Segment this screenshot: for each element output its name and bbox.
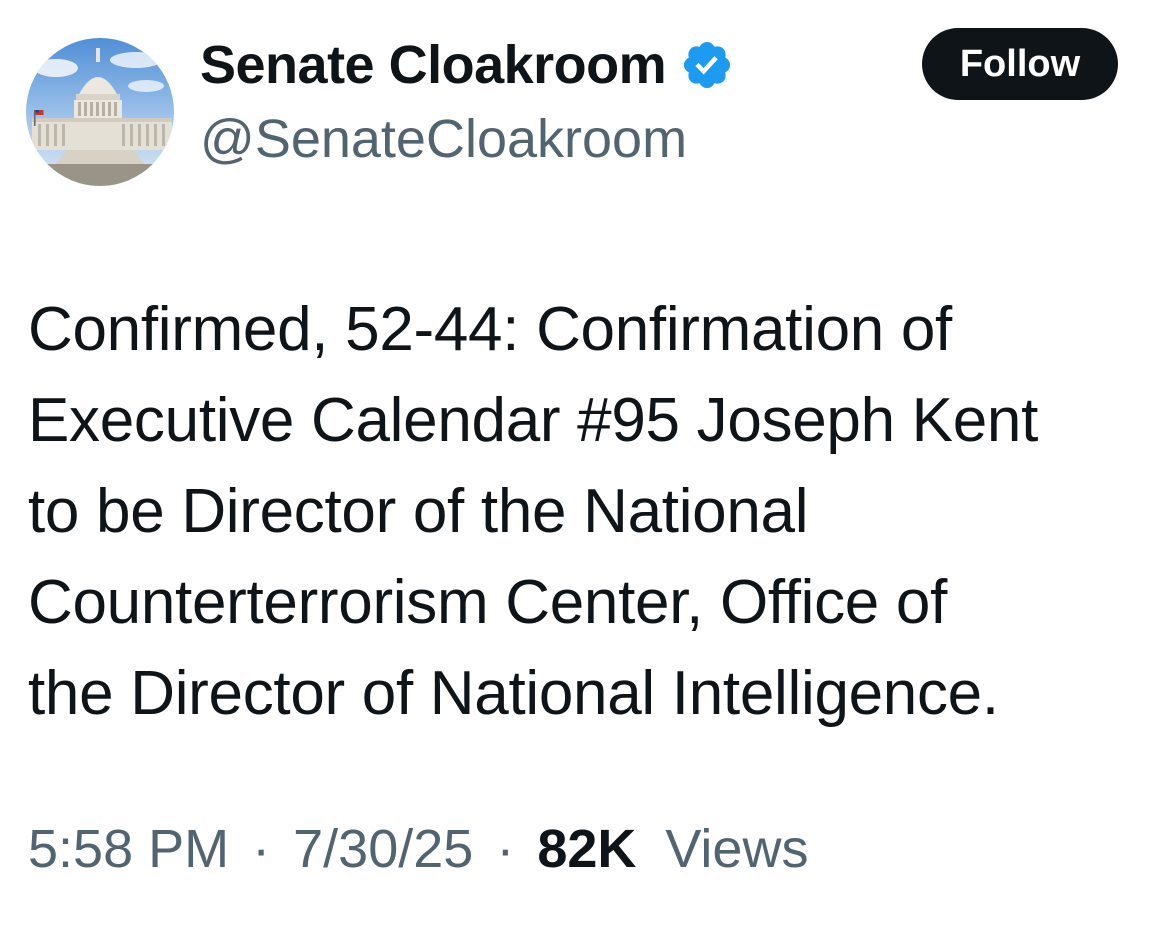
verified-badge-icon[interactable] <box>680 38 734 92</box>
tweet-text-line: to be Director of the National <box>28 477 809 546</box>
tweet-text-line: Confirmed, 52-44: Confirmation of <box>28 295 952 364</box>
tweet-text-line: Counterterrorism Center, Office of <box>28 568 948 637</box>
tweet-date[interactable]: 7/30/25 <box>293 819 473 879</box>
author-handle[interactable]: @SenateCloakroom <box>200 108 687 170</box>
author-avatar[interactable] <box>26 38 174 186</box>
tweet-metadata: 5:58 PM · 7/30/25 · 82K Views <box>28 818 808 880</box>
tweet-time[interactable]: 5:58 PM <box>28 819 229 879</box>
author-name-row: Senate Cloakroom <box>200 30 734 100</box>
follow-button[interactable]: Follow <box>922 28 1118 100</box>
tweet-card: Senate Cloakroom @SenateCloakroom Follow… <box>0 0 1170 934</box>
capitol-building-avatar <box>26 38 174 186</box>
meta-separator: · <box>496 819 515 879</box>
tweet-text-line: Executive Calendar #95 Joseph Kent <box>28 386 1039 455</box>
meta-separator: · <box>252 819 271 879</box>
author-display-name[interactable]: Senate Cloakroom <box>200 34 667 96</box>
views-count: 82K <box>537 819 637 879</box>
views-label: Views <box>665 819 809 879</box>
tweet-text: Confirmed, 52-44: Confirmation of Execut… <box>28 284 1148 739</box>
tweet-text-line: the Director of National Intelligence. <box>28 659 999 728</box>
